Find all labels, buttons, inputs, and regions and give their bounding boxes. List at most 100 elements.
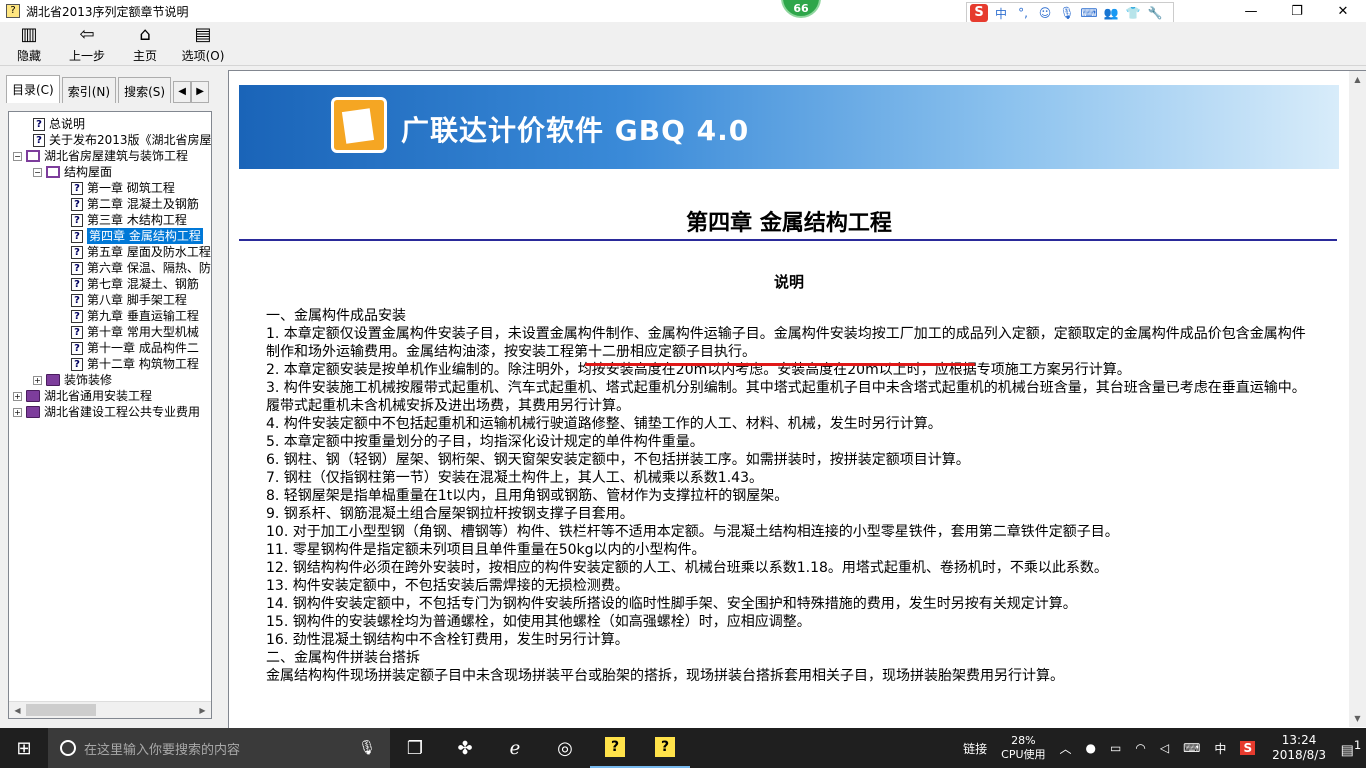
scroll-thumb[interactable] [26, 704, 96, 716]
tree-item[interactable]: + 湖北省通用安装工程 [13, 388, 152, 404]
expand-icon[interactable]: + [13, 391, 22, 401]
ime-indicator[interactable]: 中 [1207, 740, 1233, 757]
back-button[interactable]: ⇦ 上一步 [58, 22, 116, 66]
expand-icon[interactable]: + [33, 375, 42, 385]
link-toolbar[interactable]: 链接 [956, 740, 994, 757]
tree-item-label: 第二章 混凝土及钢筋 [87, 197, 199, 211]
help-app-taskbar-2[interactable]: ? [640, 728, 690, 768]
settings-wrench-icon[interactable]: 🔧 [1146, 6, 1164, 20]
tree-item[interactable]: ? 关于发布2013版《湖北省房屋 [33, 132, 212, 148]
body-paragraph: 一、金属构件成品安装 [266, 308, 406, 324]
tree-horizontal-scrollbar[interactable]: ◀ ▶ [9, 701, 211, 718]
tree-item[interactable]: + 湖北省建设工程公共专业费用 [13, 404, 200, 420]
tree-item[interactable]: ? 第九章 垂直运输工程 [71, 308, 199, 324]
tree-item-label: 第十一章 成品构件二 [87, 341, 199, 355]
tree-item[interactable]: ? 第二章 混凝土及钢筋 [71, 196, 199, 212]
tree-item[interactable]: ? 第十二章 构筑物工程 [71, 356, 199, 372]
body-paragraph: 16. 劲性混凝土钢结构中不含栓钉费用，发生时另行计算。 [266, 632, 629, 648]
emoji-icon[interactable]: ☺ [1036, 6, 1054, 20]
window-controls: — ❐ ✕ [1228, 0, 1366, 22]
tree-item[interactable]: ? 第十一章 成品构件二 [71, 340, 199, 356]
collapse-icon[interactable]: − [33, 167, 42, 177]
tree-item-label: 关于发布2013版《湖北省房屋 [49, 133, 212, 147]
taskbar-search-box[interactable]: 在这里输入你要搜索的内容 🎙 [48, 728, 390, 768]
voice-icon[interactable]: 🎙 [1058, 6, 1076, 20]
cpu-meter[interactable]: 28% CPU使用 [994, 734, 1052, 762]
ime-punct-toggle[interactable]: °, [1014, 6, 1032, 20]
wifi-icon[interactable]: ◠ [1128, 741, 1152, 755]
help-app-icon: ? [6, 4, 20, 18]
tree-item-label: 湖北省建设工程公共专业费用 [44, 405, 201, 419]
tree-item[interactable]: ? 第一章 砌筑工程 [71, 180, 175, 196]
tree-item-label: 装饰装修 [64, 373, 113, 387]
tree-item[interactable]: ? 第三章 木结构工程 [71, 212, 187, 228]
options-button[interactable]: ▤ 选项(O) [174, 22, 232, 66]
tree-item[interactable]: ? 第八章 脚手架工程 [71, 292, 187, 308]
edge-browser-icon[interactable]: ℯ [490, 728, 540, 768]
system-tray: 链接 28% CPU使用 ︿ ● ▭ ◠ ◁ ⌨ 中 S 13:24 2018/… [956, 728, 1366, 768]
battery-icon[interactable]: ▭ [1103, 741, 1128, 755]
keyboard-icon[interactable]: ⌨ [1080, 6, 1098, 20]
help-page-icon: ? [33, 133, 45, 147]
tree-item[interactable]: ? 第七章 混凝土、钢筋 [71, 276, 199, 292]
tree-item[interactable]: ? 第六章 保温、隔热、防 [71, 260, 211, 276]
hide-button[interactable]: ▥ 隐藏 [0, 22, 58, 66]
system-clock[interactable]: 13:24 2018/8/3 [1262, 733, 1336, 763]
windows-taskbar: ⊞ 在这里输入你要搜索的内容 🎙 ❐ ✤ ℯ ◎ ? ? 链接 28% CPU使… [0, 728, 1366, 768]
scroll-up-icon[interactable]: ▲ [1349, 71, 1366, 88]
tree-item-label: 第八章 脚手架工程 [87, 293, 187, 307]
action-center-icon[interactable]: ▤1 [1336, 738, 1366, 759]
tree-item[interactable]: − 结构屋面 [33, 164, 112, 180]
skin-icon[interactable]: 👕 [1124, 6, 1142, 20]
chapter-title: 第四章 金属结构工程 [686, 210, 892, 236]
home-icon: ⌂ [139, 24, 151, 45]
tree-item[interactable]: ? 第四章 金属结构工程 [71, 228, 203, 244]
pinwheel-app-icon[interactable]: ✤ [440, 728, 490, 768]
tree-item[interactable]: ? 第五章 屋面及防水工程 [71, 244, 211, 260]
volume-icon[interactable]: ◁ [1153, 741, 1176, 755]
tree-item[interactable]: + 装饰装修 [33, 372, 112, 388]
collapse-icon[interactable]: − [13, 151, 22, 161]
tab-scroll-left-icon[interactable]: ◀ [173, 81, 192, 103]
body-paragraph: 4. 构件安装定额中不包括起重机和运输机械行驶道路修整、铺垫工作的人工、材料、机… [266, 416, 942, 432]
close-button[interactable]: ✕ [1320, 0, 1366, 22]
tree-item[interactable]: − 湖北省房屋建筑与装饰工程 [13, 148, 188, 164]
tree-item[interactable]: ? 总说明 [33, 116, 85, 132]
tab-search[interactable]: 搜索(S) [118, 77, 172, 103]
speed-badge[interactable]: 66 [781, 0, 821, 18]
help-page-icon: ? [71, 357, 83, 371]
cortana-icon [60, 740, 76, 756]
tree-item-label: 第一章 砌筑工程 [87, 181, 175, 195]
help-app-taskbar-1[interactable]: ? [590, 728, 640, 768]
minimize-button[interactable]: — [1228, 0, 1274, 22]
scroll-left-icon[interactable]: ◀ [9, 702, 26, 718]
home-button[interactable]: ⌂ 主页 [116, 22, 174, 66]
body-paragraph: 6. 钢柱、钢（轻钢）屋架、钢桁架、钢天窗架安装定额中，不包括拼装工序。如需拼装… [266, 452, 970, 468]
windows-start-icon[interactable]: ⊞ [0, 728, 48, 768]
scroll-down-icon[interactable]: ▼ [1349, 710, 1366, 727]
restore-button[interactable]: ❐ [1274, 0, 1320, 22]
sogou-tray-icon[interactable]: S [1233, 741, 1262, 755]
scroll-right-icon[interactable]: ▶ [194, 702, 211, 718]
navigation-pane: 目录(C) 索引(N) 搜索(S) ◀ ▶ ◀ ▶ ? 总说明? 关于发布2013版… [0, 67, 222, 727]
task-view-icon[interactable]: ❐ [390, 728, 440, 768]
help-page-icon: ? [71, 181, 83, 195]
content-vertical-scrollbar[interactable]: ▲ ▼ [1349, 71, 1366, 727]
tree-item-label: 第六章 保温、隔热、防 [87, 261, 211, 275]
tab-contents[interactable]: 目录(C) [6, 75, 60, 103]
expand-icon[interactable]: + [13, 407, 22, 417]
notification-bell-icon[interactable]: ● [1079, 741, 1103, 755]
sogou-logo-icon[interactable]: S [970, 4, 988, 22]
ime-lang-toggle[interactable]: 中 [992, 5, 1010, 22]
tray-expand-icon[interactable]: ︿ [1053, 740, 1079, 757]
tab-index[interactable]: 索引(N) [61, 77, 117, 103]
tree-item[interactable]: ? 第十章 常用大型机械 [71, 324, 199, 340]
user-icon[interactable]: 👥 [1102, 6, 1120, 20]
browser-app-icon[interactable]: ◎ [540, 728, 590, 768]
product-banner: 广联达计价软件 GBQ 4.0 [239, 85, 1339, 169]
tab-scroll-right-icon[interactable]: ▶ [191, 81, 210, 103]
help-icon: ? [605, 737, 625, 757]
help-page-icon: ? [71, 229, 83, 243]
touch-keyboard-icon[interactable]: ⌨ [1176, 741, 1207, 755]
microphone-icon[interactable]: 🎙 [358, 740, 376, 756]
